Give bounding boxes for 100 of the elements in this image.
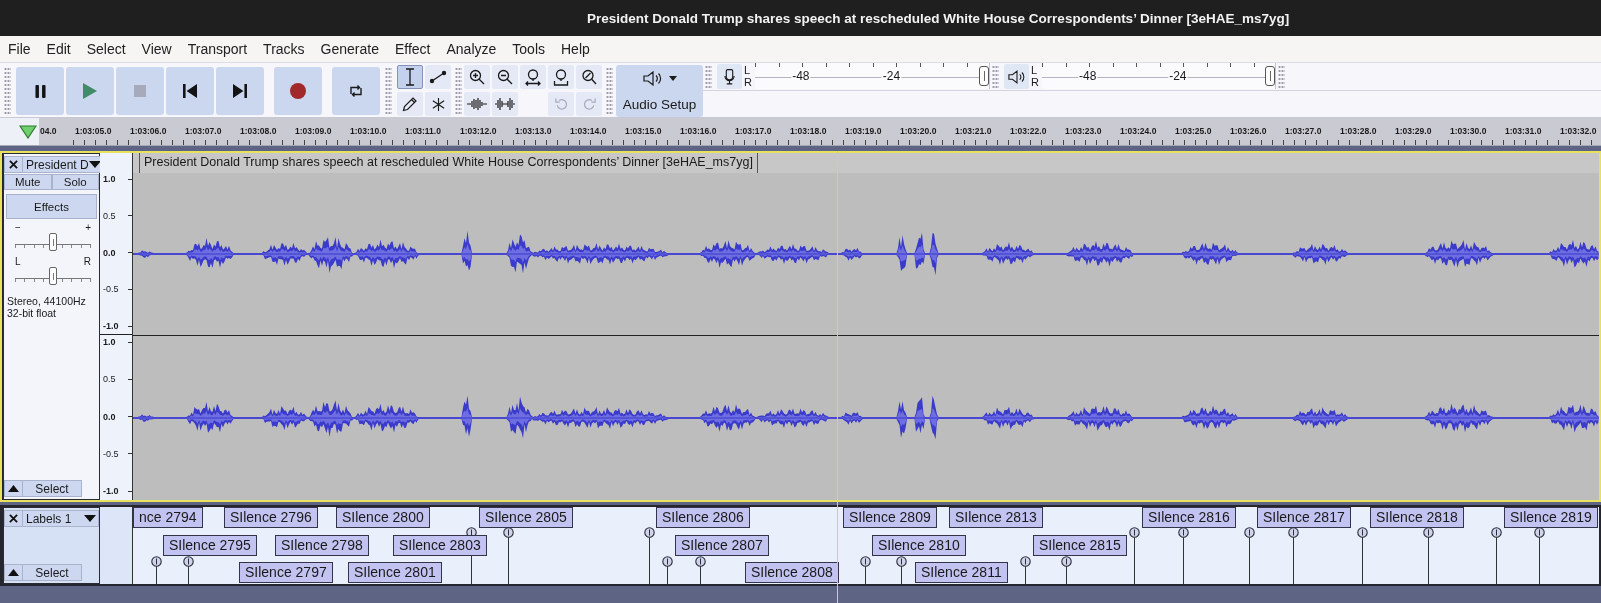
- skip-to-end-icon: [233, 84, 247, 98]
- menu-item[interactable]: Select: [86, 41, 126, 57]
- label-tag[interactable]: SIlence 2817: [1257, 507, 1351, 528]
- meter-slider-thumb[interactable]: [979, 66, 989, 86]
- select-button[interactable]: Select: [23, 564, 82, 581]
- amplitude-label: -1.0: [103, 486, 119, 496]
- clip-header[interactable]: President Donald Trump shares speech at rescheduled White House Correspondents’ Dinner [3eHAE_ms7yg]: [133, 153, 1599, 173]
- toolbar-grip[interactable]: [4, 67, 11, 115]
- label-tag[interactable]: nce 2794: [133, 507, 203, 528]
- label-tag[interactable]: SIlence 2818: [1370, 507, 1464, 528]
- label-handle-icon[interactable]: [503, 527, 514, 538]
- label-handle-icon[interactable]: [1288, 527, 1299, 538]
- slider-label: L: [15, 257, 21, 267]
- label-handle-icon[interactable]: [896, 556, 907, 567]
- label-handle-icon[interactable]: [1178, 527, 1189, 538]
- meter-slider-track[interactable]: -48 -24: [755, 63, 990, 89]
- label-tag[interactable]: SIlence 2808: [745, 562, 839, 583]
- solo-button[interactable]: Solo: [51, 174, 99, 190]
- track-name-menu[interactable]: Labels 1: [23, 510, 99, 527]
- timeline-ruler[interactable]: [0, 118, 1601, 146]
- label-tag[interactable]: SIlence 2797: [239, 562, 333, 583]
- meter-slider-track[interactable]: -48 -24: [1042, 63, 1276, 89]
- menu-item[interactable]: View: [141, 41, 172, 57]
- envelope-tool-button[interactable]: [425, 65, 451, 89]
- label-tag[interactable]: SIlence 2819: [1504, 507, 1598, 528]
- menu-item[interactable]: Transport: [187, 41, 248, 57]
- fit-selection-button[interactable]: [520, 65, 546, 89]
- selection-tool-button[interactable]: [397, 65, 423, 89]
- label-handle-icon[interactable]: [695, 556, 706, 567]
- zoom-out-button[interactable]: [492, 65, 518, 89]
- label-handle-icon[interactable]: [183, 556, 194, 567]
- menu-item[interactable]: Effect: [394, 41, 431, 57]
- slider-thumb[interactable]: [49, 233, 57, 251]
- fit-project-button[interactable]: [548, 65, 574, 89]
- channel-label: L: [744, 64, 752, 76]
- label-handle-icon[interactable]: [1061, 556, 1072, 567]
- toolbar-grip[interactable]: [1278, 65, 1285, 89]
- skip-to-start-button[interactable]: [166, 67, 214, 115]
- label-tag[interactable]: SIlence 2800: [336, 507, 430, 528]
- label-tag[interactable]: SIlence 2801: [348, 562, 442, 583]
- multi-tool-button[interactable]: [425, 92, 451, 116]
- label-handle-icon[interactable]: [1491, 527, 1502, 538]
- label-tag[interactable]: SIlence 2815: [1033, 535, 1127, 556]
- label-handle-icon[interactable]: [1357, 527, 1368, 538]
- recording-meter-button[interactable]: [717, 64, 742, 89]
- zoom-in-button[interactable]: [464, 65, 490, 89]
- effects-button[interactable]: Effects: [6, 194, 97, 219]
- menu-item[interactable]: File: [8, 41, 31, 57]
- label-tag[interactable]: SIlence 2811: [915, 562, 1008, 583]
- label-handle-icon[interactable]: [1244, 527, 1255, 538]
- label-handle-icon[interactable]: [662, 556, 673, 567]
- trim-button[interactable]: [464, 92, 490, 116]
- toolbar-grip[interactable]: [705, 65, 712, 89]
- silence-button[interactable]: [492, 92, 518, 116]
- label-tag[interactable]: SIlence 2807: [675, 535, 769, 556]
- label-handle-icon[interactable]: [1129, 527, 1140, 538]
- skip-to-end-button[interactable]: [216, 67, 264, 115]
- audio-track[interactable]: [0, 151, 1601, 502]
- slider-thumb[interactable]: [49, 267, 57, 285]
- zoom-toggle-button[interactable]: [576, 65, 602, 89]
- label-tag[interactable]: SIlence 2813: [949, 507, 1043, 528]
- label-tag[interactable]: SIlence 2803: [393, 535, 487, 556]
- menu-item[interactable]: Generate: [320, 41, 379, 57]
- toolbar-grip[interactable]: [992, 65, 999, 89]
- playback-meter-button[interactable]: [1004, 64, 1029, 89]
- menu-item[interactable]: Help: [561, 41, 590, 57]
- label-tag[interactable]: SIlence 2810: [872, 535, 966, 556]
- time-label: 1:03:25.0: [1175, 125, 1213, 138]
- label-handle-icon[interactable]: [1534, 527, 1545, 538]
- mute-button[interactable]: Mute: [4, 174, 52, 190]
- menu-item[interactable]: Analyze: [446, 41, 497, 57]
- collapse-button[interactable]: [4, 564, 23, 581]
- close-icon: [9, 514, 18, 523]
- record-button[interactable]: [274, 67, 322, 115]
- toolbar-grip[interactable]: [385, 67, 392, 115]
- menu-item[interactable]: Edit: [46, 41, 71, 57]
- meter-slider-thumb[interactable]: [1265, 66, 1275, 86]
- pause-button[interactable]: [16, 67, 64, 115]
- loop-button[interactable]: [332, 67, 380, 115]
- draw-tool-button[interactable]: [397, 92, 423, 116]
- label-handle-icon[interactable]: [151, 556, 162, 567]
- label-tag[interactable]: SIlence 2809: [843, 507, 937, 528]
- label-tag[interactable]: SIlence 2805: [479, 507, 573, 528]
- select-button[interactable]: Select: [23, 480, 82, 497]
- menu-item[interactable]: Tracks: [263, 41, 305, 57]
- label-handle-icon[interactable]: [1423, 527, 1434, 538]
- label-handle-icon[interactable]: [860, 556, 871, 567]
- label-handle-icon[interactable]: [1020, 556, 1031, 567]
- label-tag[interactable]: SIlence 2796: [224, 507, 318, 528]
- label-tag[interactable]: SIlence 2798: [275, 535, 369, 556]
- toolbar-grip[interactable]: [606, 67, 613, 115]
- label-tag[interactable]: SIlence 2795: [163, 535, 257, 556]
- audio-setup-button[interactable]: Audio Setup: [616, 65, 703, 117]
- collapse-button[interactable]: [4, 480, 23, 497]
- time-label: 1:03:14.0: [570, 125, 608, 138]
- label-tag[interactable]: SIlence 2816: [1142, 507, 1236, 528]
- toolbar-grip[interactable]: [455, 67, 462, 115]
- menu-item[interactable]: Tools: [512, 41, 545, 57]
- label-handle-icon[interactable]: [644, 527, 655, 538]
- label-tag[interactable]: SIlence 2806: [656, 507, 750, 528]
